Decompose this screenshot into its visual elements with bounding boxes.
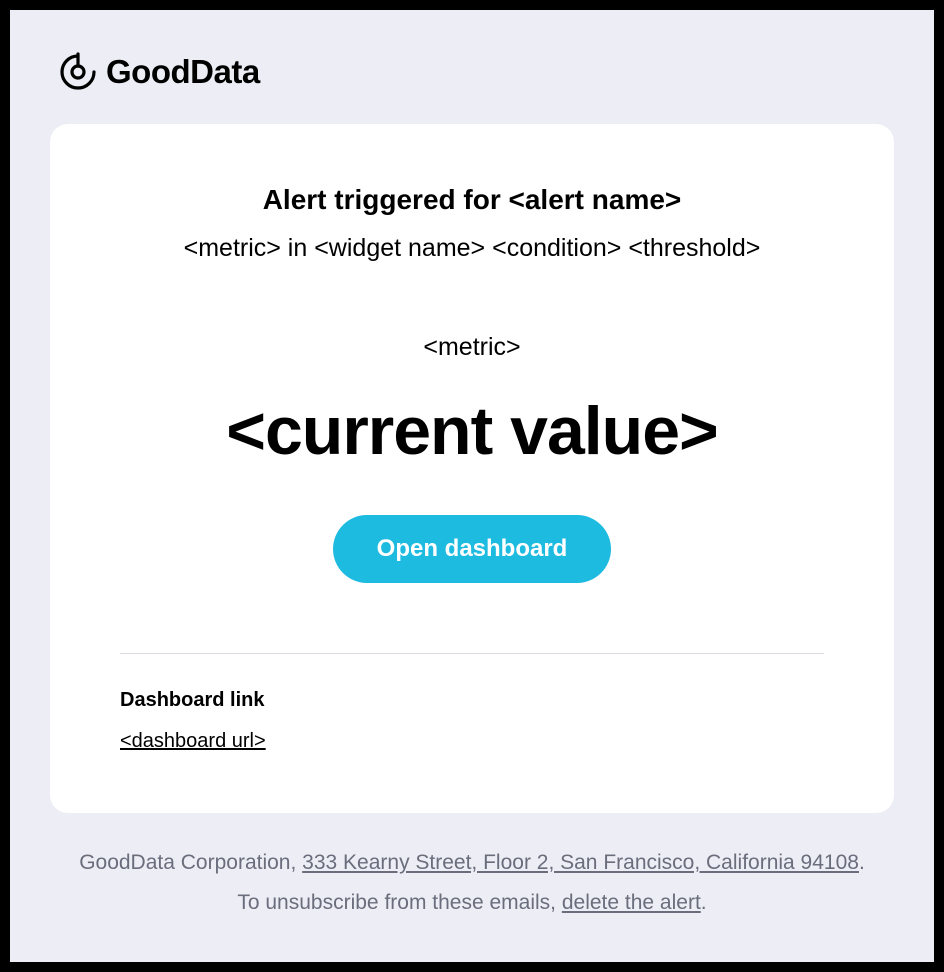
footer-address-line: GoodData Corporation, 333 Kearny Street,… <box>50 843 894 883</box>
metric-label: <metric> <box>120 333 824 362</box>
dashboard-link-label: Dashboard link <box>120 689 824 712</box>
gooddata-icon <box>56 50 100 94</box>
open-dashboard-button[interactable]: Open dashboard <box>333 515 612 583</box>
current-value: <current value> <box>120 392 824 470</box>
link-section: Dashboard link <dashboard url> <box>120 689 824 773</box>
footer-period1: . <box>859 851 865 874</box>
footer-period2: . <box>701 891 707 914</box>
email-background: GoodData Alert triggered for <alert name… <box>10 10 934 962</box>
footer: GoodData Corporation, 333 Kearny Street,… <box>50 843 894 923</box>
footer-unsub-prefix: To unsubscribe from these emails, <box>237 891 561 914</box>
dashboard-link[interactable]: <dashboard url> <box>120 730 266 753</box>
brand-logo: GoodData <box>56 50 894 94</box>
alert-card: Alert triggered for <alert name> <metric… <box>50 124 894 813</box>
divider <box>120 653 824 654</box>
footer-address: 333 Kearny Street, Floor 2, San Francisc… <box>302 851 859 874</box>
footer-company: GoodData Corporation, <box>79 851 302 874</box>
alert-description: <metric> in <widget name> <condition> <t… <box>120 234 824 263</box>
footer-unsubscribe-line: To unsubscribe from these emails, delete… <box>50 883 894 923</box>
delete-alert-link[interactable]: delete the alert <box>562 891 701 914</box>
brand-name: GoodData <box>106 53 260 91</box>
alert-title: Alert triggered for <alert name> <box>120 184 824 216</box>
